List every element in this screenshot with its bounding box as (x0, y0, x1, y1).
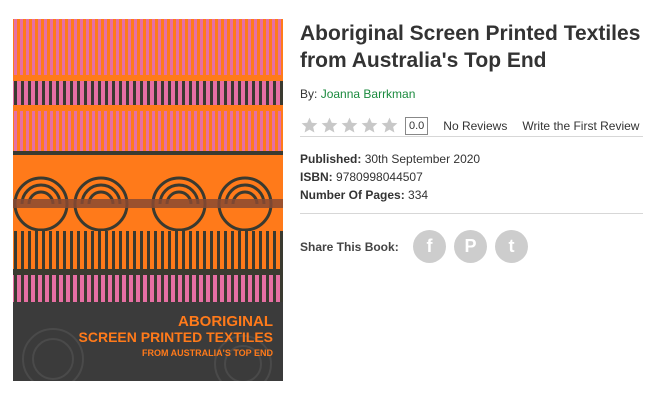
star-icon[interactable] (380, 116, 399, 135)
twitter-icon: t (508, 236, 515, 256)
share-label: Share This Book: (300, 239, 399, 254)
published-row: Published: 30th September 2020 (300, 150, 480, 168)
author-link[interactable]: Joanna Barrkman (321, 87, 416, 101)
rating-row: 0.0 No Reviews Write the First Review (300, 116, 645, 135)
twitter-share-button[interactable]: t (495, 230, 528, 263)
book-cover-art: ABORIGINAL SCREEN PRINTED TEXTILES FROM … (13, 19, 283, 381)
star-icon[interactable] (320, 116, 339, 135)
cover-title-line3: FROM AUSTRALIA'S TOP END (142, 348, 273, 358)
byline: By: Joanna Barrkman (300, 87, 645, 101)
published-value: 30th September 2020 (364, 152, 481, 166)
divider (300, 136, 643, 137)
divider (300, 213, 643, 214)
book-title: Aboriginal Screen Printed Textiles from … (300, 22, 641, 72)
pages-label: Number Of Pages: (300, 188, 405, 202)
facebook-share-button[interactable]: f (413, 230, 446, 263)
pages-value: 334 (408, 188, 429, 202)
share-section: Share This Book: f P t (300, 230, 536, 263)
isbn-label: ISBN: (300, 170, 333, 184)
pinterest-icon: P (464, 236, 477, 256)
book-details: Aboriginal Screen Printed Textiles from … (300, 20, 645, 263)
cover-title-line1: ABORIGINAL (178, 313, 273, 330)
isbn-row: ISBN: 9780998044507 (300, 168, 480, 186)
star-icon[interactable] (300, 116, 319, 135)
write-review-link[interactable]: Write the First Review (522, 119, 639, 133)
book-cover[interactable]: ABORIGINAL SCREEN PRINTED TEXTILES FROM … (13, 19, 283, 381)
pages-row: Number Of Pages: 334 (300, 186, 480, 204)
cover-title-line2: SCREEN PRINTED TEXTILES (79, 329, 273, 345)
pinterest-share-button[interactable]: P (454, 230, 487, 263)
book-meta: Published: 30th September 2020 ISBN: 978… (300, 150, 480, 204)
isbn-value: 9780998044507 (336, 170, 423, 184)
facebook-icon: f (426, 236, 433, 256)
star-icon[interactable] (340, 116, 359, 135)
star-icon[interactable] (360, 116, 379, 135)
by-label: By: (300, 87, 318, 101)
rating-score: 0.0 (405, 116, 429, 135)
published-label: Published: (300, 152, 362, 166)
star-rating[interactable] (300, 116, 399, 135)
review-count: No Reviews (443, 118, 508, 133)
